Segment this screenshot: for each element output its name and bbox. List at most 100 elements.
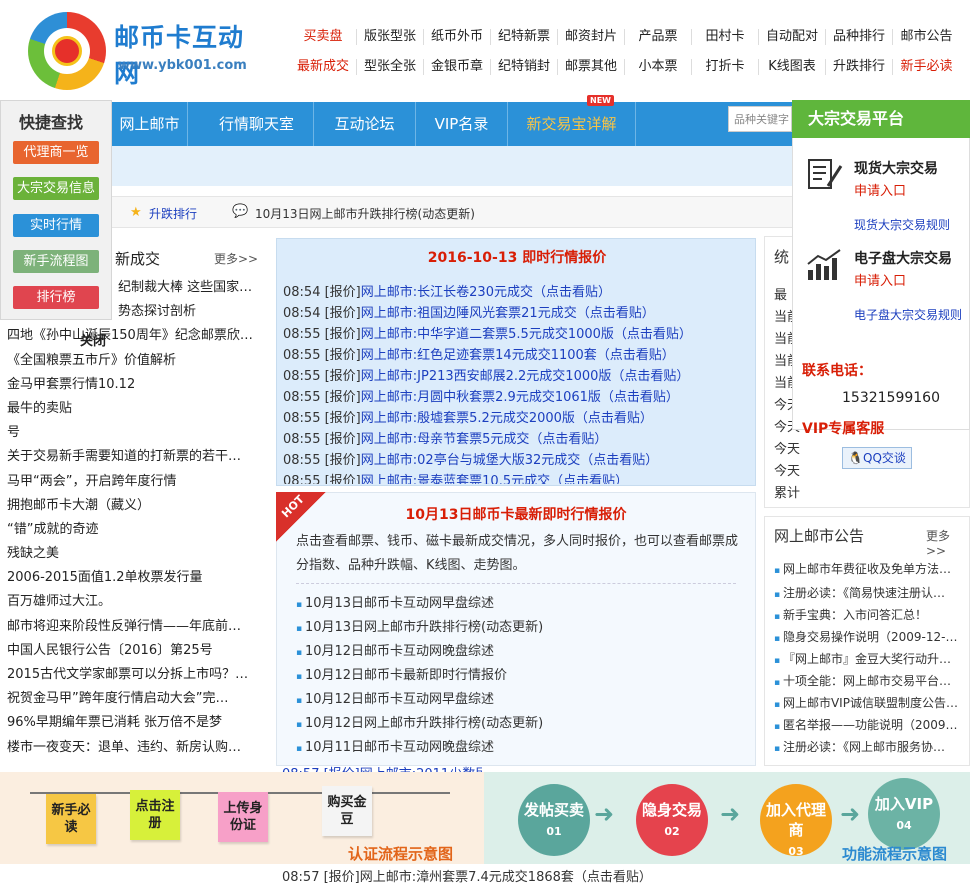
list-item[interactable]: 2006-2015面值1.2单枚票发行量 xyxy=(0,566,268,590)
list-item[interactable]: 2015古代文学家邮票可以分拆上市吗？… xyxy=(0,663,268,687)
hot-description[interactable]: 点击查看邮票、钱币、磁卡最新成交情况，多人同时报价，也可以查看邮票成分指数、品种… xyxy=(296,530,744,578)
top-nav-link[interactable]: 产品票 xyxy=(625,29,692,45)
top-nav-link[interactable]: 纪特销封 xyxy=(491,59,558,75)
notice-more-link[interactable]: 更多>> xyxy=(926,527,970,558)
spot-trade-title[interactable]: 现货大宗交易 xyxy=(854,158,938,178)
notice-item[interactable]: 十项全能：网上邮市交易平台… xyxy=(774,672,968,689)
bottom-quote-line[interactable]: 08:57 [报价]网上邮市:漳州套票7.4元成交1868套（点击看贴） xyxy=(282,866,652,885)
list-item[interactable]: 号 xyxy=(0,421,268,445)
realtime-button[interactable]: 实时行情 xyxy=(13,214,99,237)
latest-deals-list: 纪制裁大棒 这些国家… 势态探讨剖析 四地《孙中山诞辰150周年》纪念邮票欣… … xyxy=(0,276,268,760)
list-item[interactable]: 楼市一夜变天：退单、违约、新房认购… xyxy=(0,736,268,760)
top-nav-link[interactable]: 田村卡 xyxy=(692,29,759,45)
list-item[interactable]: 百万雄师过大江。 xyxy=(0,590,268,614)
top-nav-link[interactable]: 版张型张 xyxy=(357,29,424,45)
notice-item[interactable]: 注册必读：《网上邮市服务协… xyxy=(774,738,968,755)
quote-line[interactable]: 08:55 [报价]网上邮市:殷墟套票5.2元成交2000版（点击看贴） xyxy=(283,407,653,426)
top-nav-link[interactable]: 买卖盘 xyxy=(290,29,357,45)
notice-item[interactable]: 隐身交易操作说明（2009-12-… xyxy=(774,628,968,645)
phone-number: 15321599160 xyxy=(842,390,940,406)
notice-item[interactable]: 『网上邮市』金豆大奖行动升… xyxy=(774,650,968,667)
hot-title[interactable]: 10月13日邮币卡最新即时行情报价 xyxy=(276,504,756,524)
list-item[interactable]: 祝贺金马甲”跨年度行情启动大会”完… xyxy=(0,687,268,711)
notice-item[interactable]: 网上邮市VIP诚信联盟制度公告… xyxy=(774,694,968,711)
list-item[interactable]: 四地《孙中山诞辰150周年》纪念邮票欣… xyxy=(0,324,268,348)
hot-item[interactable]: 10月12日网上邮市升跌排行榜(动态更新) xyxy=(296,712,543,731)
top-nav-link[interactable]: K线图表 xyxy=(759,59,826,75)
search-input[interactable]: 品种关键字 xyxy=(728,106,792,132)
qq-chat-button[interactable]: 🐧QQ交谈 xyxy=(842,447,912,469)
hot-item[interactable]: 10月12日邮币卡互动网晚盘综述 xyxy=(296,640,494,659)
nav-forum[interactable]: 互动论坛 xyxy=(314,102,416,146)
nav-vip-list[interactable]: VIP名录 xyxy=(416,102,508,146)
epan-apply-link[interactable]: 申请入口 xyxy=(854,270,906,289)
top-nav-row-2: 最新成交 型张全张 金银币章 纪特销封 邮票其他 小本票 打折卡 K线图表 升跌… xyxy=(290,52,960,82)
chat-bubble-icon: 💬 xyxy=(232,204,249,219)
epan-trade-title[interactable]: 电子盘大宗交易 xyxy=(854,248,952,268)
quote-line[interactable]: 08:54 [报价]网上邮市:长江长卷230元成交（点击看贴） xyxy=(283,281,611,300)
nav-new-trade[interactable]: 新交易宝详解 xyxy=(508,102,636,146)
top-nav-link[interactable]: 新手必读 xyxy=(893,59,960,75)
quote-line[interactable]: 08:54 [报价]网上邮市:祖国边陲风光套票21元成交（点击看贴） xyxy=(283,302,655,321)
top-nav-link[interactable]: 打折卡 xyxy=(692,59,759,75)
top-nav-link[interactable]: 纪特新票 xyxy=(491,29,558,45)
notice-item[interactable]: 网上邮市年费征收及免单方法… xyxy=(774,560,968,577)
list-item[interactable]: 96%早期编年票已消耗 张万倍不是梦 xyxy=(0,711,268,735)
spot-apply-link[interactable]: 申请入口 xyxy=(854,180,906,199)
list-item[interactable]: 中国人民银行公告〔2016〕第25号 xyxy=(0,639,268,663)
ticker-headline[interactable]: 10月13日网上邮市升跌排行榜(动态更新) xyxy=(255,205,475,222)
top-nav-link[interactable]: 最新成交 xyxy=(290,59,357,75)
quote-line[interactable]: 08:55 [报价]网上邮市:月圆中秋套票2.9元成交1061版（点击看贴） xyxy=(283,386,679,405)
list-item[interactable]: 关于交易新手需要知道的打新票的若干… xyxy=(0,445,268,469)
newbie-flow-button[interactable]: 新手流程图 xyxy=(13,250,99,273)
top-nav-link[interactable]: 升跌排行 xyxy=(826,59,893,75)
quote-line[interactable]: 08:55 [报价]网上邮市:中华字道二套票5.5元成交1000版（点击看贴） xyxy=(283,323,692,342)
hot-item[interactable]: 10月13日网上邮市升跌排行榜(动态更新) xyxy=(296,616,543,635)
sub-strip xyxy=(0,146,792,186)
top-nav-link[interactable]: 金银币章 xyxy=(424,59,491,75)
top-nav-link[interactable]: 邮票其他 xyxy=(558,59,625,75)
list-item[interactable]: 《全国粮票五市斤》价值解析 xyxy=(0,349,268,373)
hot-item[interactable]: 10月12日邮币卡互动网早盘综述 xyxy=(296,688,494,707)
nav-online-market[interactable]: 网上邮市 xyxy=(112,102,188,146)
nav-chat-room[interactable]: 行情聊天室 xyxy=(200,102,314,146)
hot-item[interactable]: 10月12日邮币卡最新即时行情报价 xyxy=(296,664,507,683)
main-nav: 网上邮市 行情聊天室 互动论坛 VIP名录 新交易宝详解 xyxy=(0,102,792,146)
list-item[interactable]: 最牛的卖贴 xyxy=(0,397,268,421)
hot-item[interactable]: 10月11日邮币卡互动网晚盘综述 xyxy=(296,736,494,755)
notice-item[interactable]: 新手宝典：入市问答汇总！ xyxy=(774,606,968,623)
top-nav-link[interactable]: 邮市公告 xyxy=(893,29,960,45)
epan-rule-link[interactable]: 电子盘大宗交易规则 xyxy=(854,306,962,323)
notice-item[interactable]: 匿名举报——功能说明（2009… xyxy=(774,716,968,733)
top-nav-link[interactable]: 小本票 xyxy=(625,59,692,75)
quote-line[interactable]: 08:55 [报价]网上邮市:景泰蓝套票10.5元成交（点击看贴） xyxy=(283,470,628,484)
ranking-button[interactable]: 排行榜 xyxy=(13,286,99,309)
site-logo[interactable]: 邮币卡互动网 www.ybk001.com xyxy=(28,8,268,90)
arrow-right-icon: ➜ xyxy=(720,800,741,828)
spot-rule-link[interactable]: 现货大宗交易规则 xyxy=(854,216,950,233)
more-link[interactable]: 更多>> xyxy=(214,250,258,267)
quote-line[interactable]: 08:55 [报价]网上邮市:红色足迹套票14元成交1100套（点击看贴） xyxy=(283,344,675,363)
top-nav-link[interactable]: 品种排行 xyxy=(826,29,893,45)
bulk-info-button[interactable]: 大宗交易信息 xyxy=(13,177,99,200)
top-nav-link[interactable]: 邮资封片 xyxy=(558,29,625,45)
list-item[interactable]: 马甲“两会”，开启跨年度行情 xyxy=(0,470,268,494)
list-item[interactable]: 金马甲套票行情10.12 xyxy=(0,373,268,397)
list-item[interactable]: 拥抱邮币卡大潮（藏义） xyxy=(0,494,268,518)
hot-item[interactable]: 10月13日邮币卡互动网早盘综述 xyxy=(296,592,494,611)
list-item[interactable]: 邮市将迎来阶段性反弹行情——年底前… xyxy=(0,615,268,639)
list-item[interactable]: 残缺之美 xyxy=(0,542,268,566)
quote-line[interactable]: 08:55 [报价]网上邮市:母亲节套票5元成交（点击看贴） xyxy=(283,428,607,447)
rank-link[interactable]: 升跌排行 xyxy=(149,205,197,222)
top-nav-link[interactable]: 型张全张 xyxy=(357,59,424,75)
new-badge: NEW xyxy=(587,95,614,106)
top-nav-link[interactable]: 纸币外币 xyxy=(424,29,491,45)
sticky-note: 点击注册 xyxy=(130,790,180,840)
top-nav-link[interactable]: 自动配对 xyxy=(759,29,826,45)
list-item[interactable]: “错”成就的奇迹 xyxy=(0,518,268,542)
notice-item[interactable]: 注册必读：《简易快速注册认… xyxy=(774,584,968,601)
quote-line[interactable]: 08:55 [报价]网上邮市:02亭台与城堡大版32元成交（点击看贴） xyxy=(283,449,658,468)
quote-line[interactable]: 08:55 [报价]网上邮市:JP213西安邮展2.2元成交1000版（点击看贴… xyxy=(283,365,689,384)
agent-list-button[interactable]: 代理商一览 xyxy=(13,141,99,164)
close-button[interactable]: 关闭 xyxy=(80,330,106,349)
